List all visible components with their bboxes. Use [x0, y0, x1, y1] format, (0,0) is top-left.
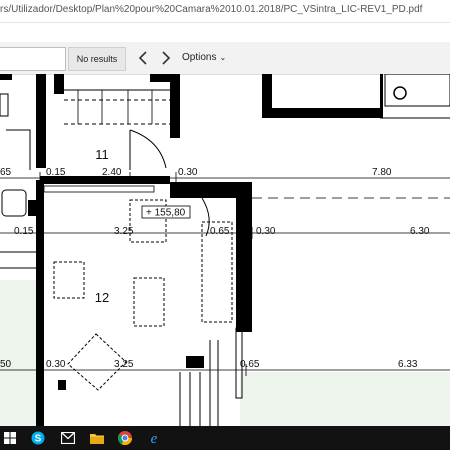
pdf-floor-plan[interactable]: 11 12 + 155,80 65 0.15 2.40 0.30 7.80 0.…: [0, 73, 450, 426]
chevron-right-icon: [162, 51, 171, 65]
level-marker: + 155,80: [146, 208, 186, 219]
room-12-label: 12: [95, 290, 109, 305]
dim-label: 3.25: [114, 359, 134, 370]
find-previous-button[interactable]: [132, 47, 154, 69]
find-next-button[interactable]: [155, 47, 177, 69]
find-results-label: No results: [68, 47, 126, 71]
edge-icon[interactable]: e: [146, 430, 162, 446]
dim-label: 0.30: [256, 226, 276, 237]
find-options-dropdown[interactable]: Options ⌄: [182, 47, 226, 69]
dim-label: 0.15: [46, 167, 66, 178]
dim-label: 0.30: [46, 359, 66, 370]
windows-taskbar: S e: [0, 426, 450, 450]
find-input[interactable]: [0, 47, 66, 71]
room-11-label: 11: [95, 147, 109, 162]
find-toolbar: No results Options ⌄: [0, 42, 450, 75]
dim-label: 0.15: [14, 226, 34, 237]
dim-label: 65: [0, 167, 12, 178]
dim-label: 0.30: [178, 167, 198, 178]
dim-label: 3.25: [114, 226, 134, 237]
dim-label: 7.80: [372, 167, 392, 178]
mail-icon[interactable]: [60, 430, 76, 446]
options-label: Options: [182, 52, 217, 63]
file-explorer-icon[interactable]: [89, 430, 105, 446]
dim-label: 6.33: [398, 359, 418, 370]
dim-label: 6.30: [410, 226, 430, 237]
dim-label: 50: [0, 359, 12, 370]
dim-label: 0.65: [240, 359, 260, 370]
chevron-left-icon: [138, 51, 147, 65]
document-path-title: rs/Utilizador/Desktop/Plan%20pour%20Cama…: [0, 4, 423, 15]
svg-text:S: S: [35, 434, 42, 445]
floor-plan-drawing: 11 12 + 155,80 65 0.15 2.40 0.30 7.80 0.…: [0, 73, 450, 426]
svg-text:e: e: [151, 431, 158, 445]
dim-label: 0.65: [210, 226, 230, 237]
skype-icon[interactable]: S: [30, 430, 46, 446]
window-titlebar: rs/Utilizador/Desktop/Plan%20pour%20Cama…: [0, 0, 450, 23]
dim-label: 2.40: [102, 167, 122, 178]
windows-start-icon[interactable]: [2, 430, 18, 446]
chevron-down-icon: ⌄: [219, 53, 227, 62]
chrome-icon[interactable]: [117, 430, 133, 446]
